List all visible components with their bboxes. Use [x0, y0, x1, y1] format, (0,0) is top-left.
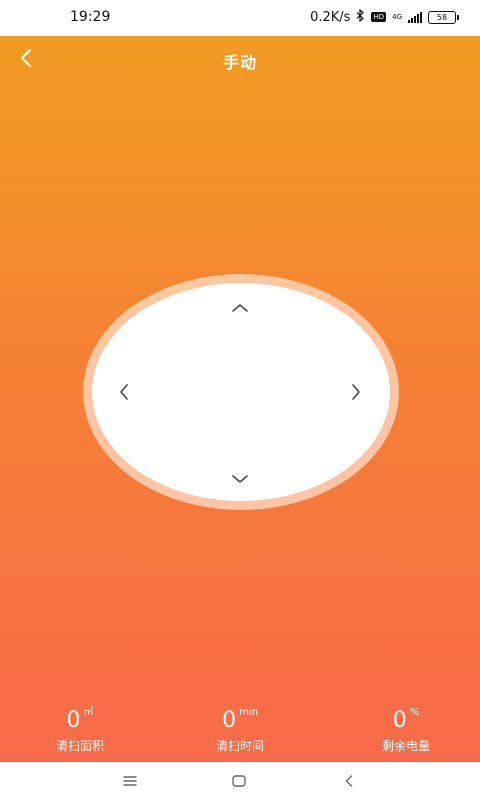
network-type: 4G — [392, 12, 402, 21]
stat-unit: ㎡ — [83, 707, 94, 718]
stat-unit: % — [409, 707, 420, 718]
stat-value: 0 — [66, 708, 81, 733]
back-icon — [345, 775, 353, 787]
stat-cleaned-area: 0 ㎡ 清扫面积 — [20, 706, 140, 754]
nav-menu-button[interactable] — [118, 769, 142, 793]
network-speed: 0.2K/s — [310, 9, 351, 25]
bluetooth-icon — [356, 8, 365, 25]
stat-label: 清扫时间 — [215, 739, 264, 753]
move-left-button[interactable] — [104, 372, 144, 412]
cleaning-stats: 0 ㎡ 清扫面积 0 min 清扫时间 0 % 剩余电量 — [0, 706, 480, 762]
nav-back-button[interactable] — [337, 769, 361, 793]
stat-unit: min — [239, 707, 258, 718]
chevron-down-icon — [232, 475, 248, 483]
status-bar: 19:29 0.2K/s HD 4G 58 — [0, 0, 480, 36]
status-indicators: 0.2K/s HD 4G 58 — [310, 8, 459, 25]
system-nav-bar — [0, 762, 480, 800]
stat-value: 0 — [222, 708, 237, 733]
stat-label: 清扫面积 — [55, 739, 104, 753]
chevron-up-icon — [232, 304, 248, 312]
move-right-button[interactable] — [336, 372, 376, 412]
battery-icon: 58 — [428, 10, 459, 24]
signal-icon — [408, 11, 422, 23]
home-icon — [232, 775, 246, 787]
page-title: 手动 — [222, 53, 257, 72]
stat-remaining-battery: 0 % 剩余电量 — [346, 706, 466, 754]
chevron-left-icon — [120, 384, 128, 400]
battery-level: 58 — [436, 12, 448, 22]
manual-control-screen: 手动 0 ㎡ 清扫面积 0 min 清扫时间 0 % 剩余电量 — [0, 36, 480, 762]
menu-icon — [123, 776, 137, 786]
stat-value: 0 — [392, 708, 407, 733]
hd-badge: HD — [371, 12, 387, 22]
stat-label: 剩余电量 — [381, 739, 430, 753]
chevron-right-icon — [352, 384, 360, 400]
status-time: 19:29 — [70, 9, 111, 25]
move-down-button[interactable] — [220, 459, 260, 499]
network-type-label: 4G — [392, 12, 402, 21]
stat-cleaning-time: 0 min 清扫时间 — [180, 706, 300, 754]
move-up-button[interactable] — [220, 288, 260, 328]
nav-home-button[interactable] — [227, 769, 251, 793]
